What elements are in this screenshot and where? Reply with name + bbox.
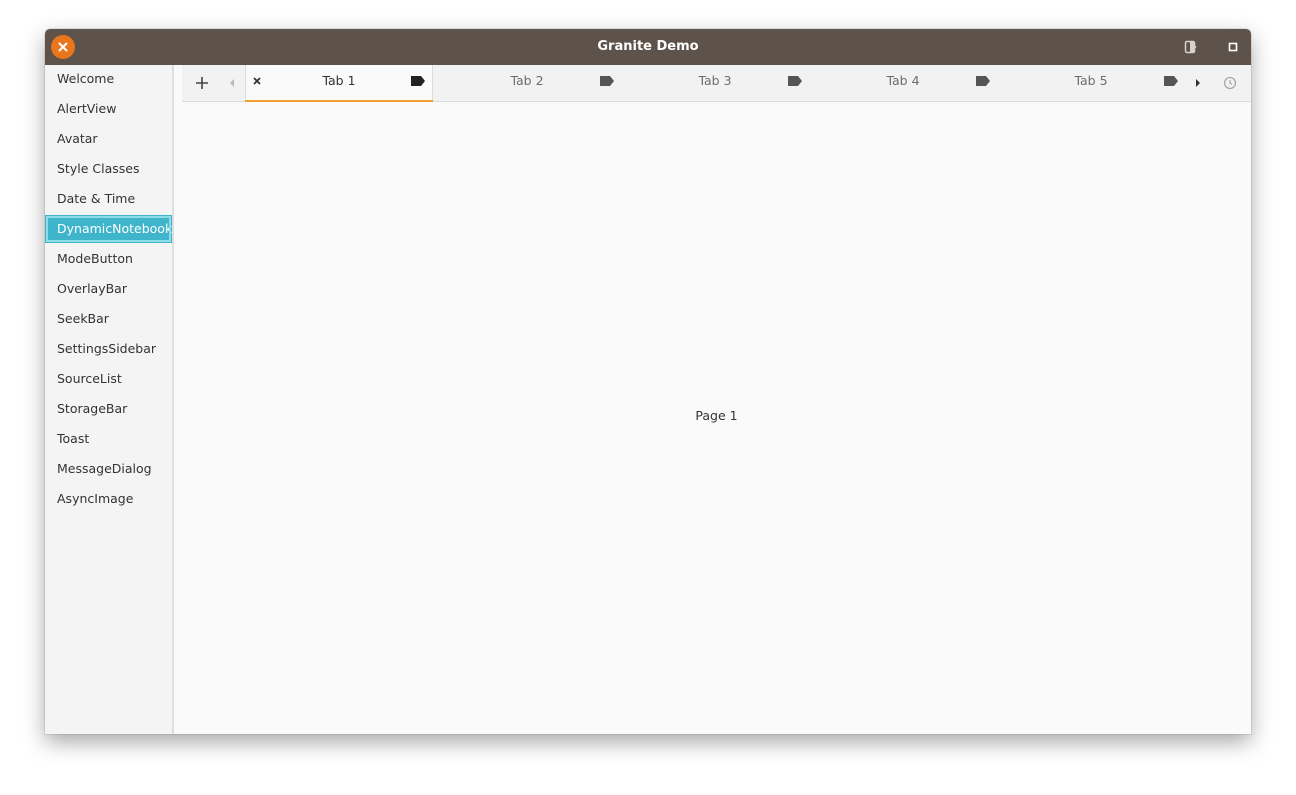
restore-tab-button[interactable] — [1220, 65, 1240, 101]
window-title: Granite Demo — [597, 39, 699, 54]
tab-label: Tab 2 — [510, 73, 544, 88]
tag-icon[interactable] — [975, 75, 991, 87]
sidebar-item-messagedialog[interactable]: MessageDialog — [45, 455, 172, 483]
tab-4[interactable]: Tab 4 — [809, 65, 997, 101]
app-window: Granite Demo Welcome AlertView Avatar St… — [45, 29, 1251, 734]
tab-1[interactable]: Tab 1 — [245, 65, 433, 102]
sidebar-item-storagebar[interactable]: StorageBar — [45, 395, 172, 423]
scroll-right-button[interactable] — [1190, 65, 1206, 101]
tag-icon[interactable] — [787, 75, 803, 87]
sidebar-item-style-classes[interactable]: Style Classes — [45, 155, 172, 183]
tab-bar: Tab 1 Tab 2 Tab 3 Tab 4 Tab 5 — [182, 65, 1251, 102]
page-label: Page 1 — [695, 408, 738, 423]
tab-label: Tab 3 — [698, 73, 732, 88]
tab-close-button[interactable] — [250, 74, 264, 88]
plus-icon — [196, 77, 208, 89]
sidebar-item-toast[interactable]: Toast — [45, 425, 172, 453]
sidebar: Welcome AlertView Avatar Style Classes D… — [45, 65, 174, 734]
chevron-left-icon — [230, 79, 234, 87]
content-pane: Tab 1 Tab 2 Tab 3 Tab 4 Tab 5 Page 1 — [174, 65, 1251, 734]
tab-label: Tab 4 — [886, 73, 920, 88]
sidebar-item-date-time[interactable]: Date & Time — [45, 185, 172, 213]
maximize-icon — [1228, 42, 1238, 52]
sidebar-item-overlaybar[interactable]: OverlayBar — [45, 275, 172, 303]
notebook-page: Page 1 — [182, 102, 1251, 734]
sidebar-item-asyncimage[interactable]: AsyncImage — [45, 485, 172, 513]
sidebar-item-seekbar[interactable]: SeekBar — [45, 305, 172, 333]
sidebar-item-dynamicnotebook[interactable]: DynamicNotebook — [45, 215, 172, 243]
history-icon — [1223, 76, 1237, 90]
sidebar-item-avatar[interactable]: Avatar — [45, 125, 172, 153]
sidebar-item-sourcelist[interactable]: SourceList — [45, 365, 172, 393]
tag-icon[interactable] — [410, 75, 426, 87]
tab-5[interactable]: Tab 5 — [997, 65, 1185, 101]
sidebar-item-welcome[interactable]: Welcome — [45, 65, 172, 93]
maximize-button[interactable] — [1224, 38, 1242, 56]
mode-toggle-icon — [1184, 40, 1197, 54]
tag-icon[interactable] — [1163, 75, 1179, 87]
sidebar-item-modebutton[interactable]: ModeButton — [45, 245, 172, 273]
mode-toggle-button[interactable] — [1182, 38, 1200, 56]
scroll-left-button[interactable] — [224, 65, 240, 101]
close-icon — [58, 42, 68, 52]
sidebar-item-alertview[interactable]: AlertView — [45, 95, 172, 123]
close-icon — [253, 77, 261, 85]
titlebar: Granite Demo — [45, 29, 1251, 65]
chevron-right-icon — [1196, 79, 1200, 87]
tab-label: Tab 5 — [1074, 73, 1108, 88]
tab-3[interactable]: Tab 3 — [621, 65, 809, 101]
new-tab-button[interactable] — [190, 65, 214, 101]
sidebar-item-settingssidebar[interactable]: SettingsSidebar — [45, 335, 172, 363]
tag-icon[interactable] — [599, 75, 615, 87]
tab-label: Tab 1 — [322, 73, 356, 88]
window-close-button[interactable] — [51, 35, 75, 59]
tab-2[interactable]: Tab 2 — [433, 65, 621, 101]
